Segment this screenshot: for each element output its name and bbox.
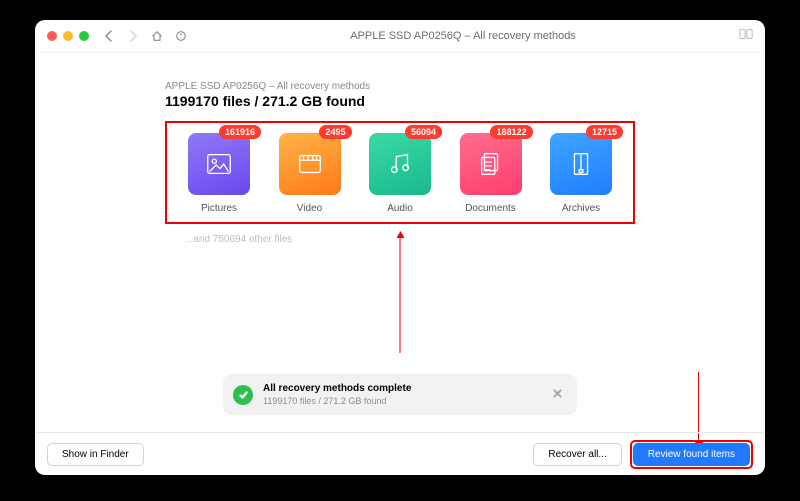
documents-label: Documents [455,203,527,214]
nav-back-icon[interactable] [103,30,115,42]
documents-count-badge: 188122 [490,125,532,139]
review-button-highlight: Review found items [630,440,753,469]
annotation-arrow-up [400,238,401,353]
scan-summary: 1199170 files / 271.2 GB found [165,93,635,109]
audio-label: Audio [364,203,436,214]
bottom-toolbar: Show in Finder Recover all... Review fou… [35,432,765,475]
video-count-badge: 2495 [319,125,351,139]
zoom-window-button[interactable] [79,31,89,41]
documents-icon [460,133,522,195]
close-window-button[interactable] [47,31,57,41]
audio-icon [369,133,431,195]
show-in-finder-button[interactable]: Show in Finder [47,443,144,466]
home-icon[interactable] [151,30,163,42]
audio-count-badge: 56094 [405,125,442,139]
close-icon[interactable] [552,386,563,404]
category-archives[interactable]: 12715 Archives [545,133,617,214]
pictures-label: Pictures [183,203,255,214]
nav-forward-icon[interactable] [127,30,139,42]
check-icon [233,385,253,405]
archives-label: Archives [545,203,617,214]
status-card: All recovery methods complete 1199170 fi… [223,374,577,415]
video-icon [279,133,341,195]
review-found-items-button[interactable]: Review found items [633,443,750,466]
view-mode-icon[interactable] [739,27,753,45]
other-files-text: ...and 750694 other files [185,234,635,245]
breadcrumb: APPLE SSD AP0256Q – All recovery methods [165,81,635,92]
recover-all-button[interactable]: Recover all... [533,443,621,466]
archives-count-badge: 12715 [586,125,623,139]
minimize-window-button[interactable] [63,31,73,41]
category-video[interactable]: 2495 Video [274,133,346,214]
category-audio[interactable]: 56094 Audio [364,133,436,214]
pictures-icon [188,133,250,195]
categories-highlight: 161916 Pictures 2495 Video [165,121,635,224]
status-title: All recovery methods complete [263,382,411,395]
refresh-icon[interactable] [175,30,187,42]
window-title: APPLE SSD AP0256Q – All recovery methods [187,30,739,42]
app-window: APPLE SSD AP0256Q – All recovery methods… [35,20,765,475]
video-label: Video [274,203,346,214]
category-pictures[interactable]: 161916 Pictures [183,133,255,214]
window-controls [47,31,89,41]
pictures-count-badge: 161916 [219,125,261,139]
status-subtitle: 1199170 files / 271.2 GB found [263,395,411,407]
archives-icon [550,133,612,195]
category-documents[interactable]: 188122 Documents [455,133,527,214]
window-toolbar: APPLE SSD AP0256Q – All recovery methods [35,20,765,53]
